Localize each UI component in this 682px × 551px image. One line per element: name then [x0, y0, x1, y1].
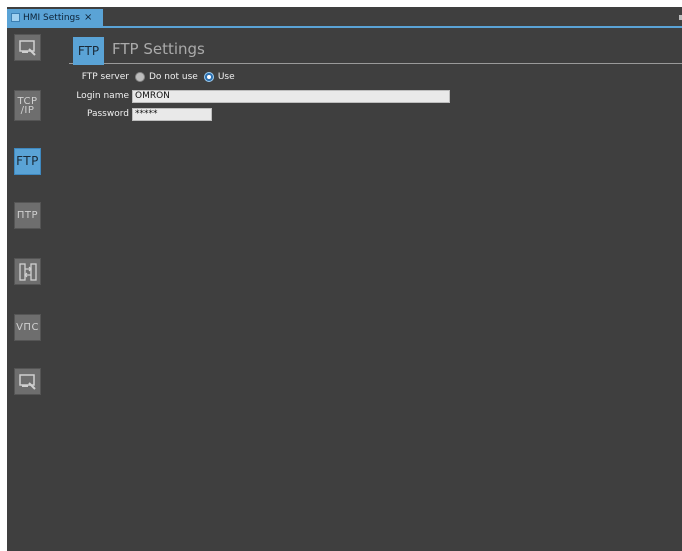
tab-bar: HMI Settings ×: [7, 7, 682, 28]
settings-document-icon: [11, 13, 20, 22]
ftp-header-icon: FTP: [73, 37, 104, 65]
sidebar-item-transfer[interactable]: [14, 258, 41, 285]
tab-hmi-settings[interactable]: HMI Settings ×: [7, 9, 103, 26]
tab-label: HMI Settings: [23, 12, 80, 23]
page-title: FTP Settings: [112, 40, 205, 58]
ntp-icon: ΠTP: [16, 210, 39, 221]
password-input[interactable]: *****: [132, 107, 212, 121]
tcpip-line2: /IP: [20, 104, 35, 116]
ftp-icon: FTP: [16, 154, 39, 168]
settings-sidebar: TCP /IP FTP ΠTP VПC: [7, 28, 55, 551]
hmi-settings-window: HMI Settings × TCP /IP FTP ΠTP VПC FTP F…: [7, 7, 682, 551]
close-icon[interactable]: ×: [84, 12, 92, 23]
ftp-server-label: FTP server: [81, 72, 129, 82]
login-name-row: Login name OMRON: [69, 89, 450, 103]
sidebar-item-ftp[interactable]: FTP: [14, 148, 41, 175]
login-name-input[interactable]: OMRON: [132, 89, 450, 103]
sidebar-item-tcpip[interactable]: TCP /IP: [14, 90, 41, 121]
sidebar-item-vnc[interactable]: VПC: [14, 314, 41, 341]
radio-do-not-use-label[interactable]: Do not use: [149, 72, 198, 82]
sidebar-item-ntp[interactable]: ΠTP: [14, 202, 41, 229]
vnc-icon: VПC: [16, 322, 39, 333]
tab-underline: [7, 26, 682, 28]
radio-do-not-use[interactable]: [135, 72, 145, 82]
tcpip-icon: TCP /IP: [17, 96, 37, 116]
sidebar-item-other[interactable]: [14, 368, 41, 395]
password-row: Password *****: [69, 107, 212, 121]
radio-use[interactable]: [203, 72, 214, 82]
sidebar-item-general[interactable]: [14, 34, 41, 61]
radio-use-label[interactable]: Use: [218, 72, 235, 82]
login-name-label: Login name: [76, 91, 129, 101]
ftp-server-row: FTP server Do not use Use: [69, 70, 241, 84]
monitor-icon: [18, 373, 36, 390]
transfer-icon: [18, 262, 37, 281]
panel-header: FTP FTP Settings: [69, 35, 682, 65]
password-label: Password: [86, 109, 129, 119]
monitor-icon: [18, 39, 36, 56]
